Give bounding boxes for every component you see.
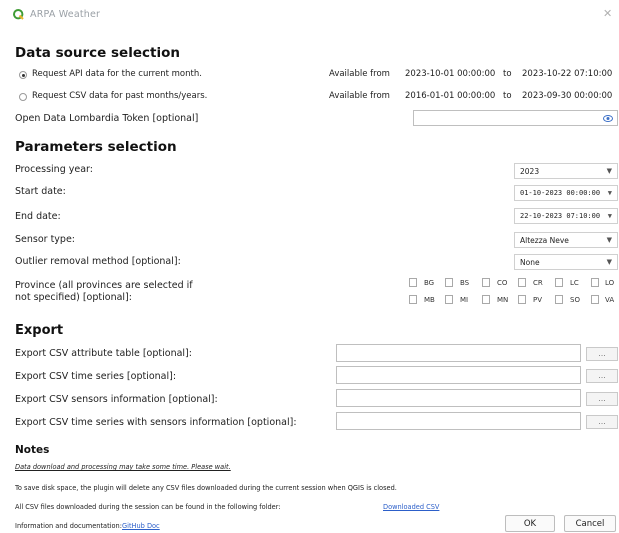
show-password-eye-icon[interactable] <box>603 115 613 122</box>
ok-button[interactable]: OK <box>505 515 555 532</box>
export-timeseries-sensors-label: Export CSV time series with sensors info… <box>15 417 297 428</box>
province-checkbox-mb[interactable] <box>409 295 417 304</box>
province-checkbox-bs[interactable] <box>445 278 453 287</box>
export-heading: Export <box>15 323 64 338</box>
csv-radio[interactable] <box>19 93 27 101</box>
csv-available-label: Available from <box>329 91 390 101</box>
sensor-type-value: Altezza Neve <box>520 236 569 245</box>
end-date-picker[interactable]: 22-10-2023 07:10:00 ▼ <box>514 208 618 224</box>
province-label-line1: Province (all provinces are selected if <box>15 280 193 291</box>
chevron-down-icon: ▼ <box>607 189 612 197</box>
province-checkbox-va[interactable] <box>591 295 599 304</box>
notes-wait-text: Data download and processing may take so… <box>15 463 231 471</box>
export-timeseries-sensors-browse-button[interactable]: ... <box>586 415 618 429</box>
notes-info-text: Information and documentation: <box>15 522 122 530</box>
csv-option-label[interactable]: Request CSV data for past months/years. <box>32 91 207 101</box>
province-label-pv: PV <box>533 296 543 304</box>
province-label-line2: not specified) [optional]: <box>15 292 132 303</box>
province-checkbox-cr[interactable] <box>518 278 526 287</box>
chevron-down-icon: ▼ <box>606 167 612 175</box>
province-checkbox-mi[interactable] <box>445 295 453 304</box>
notes-disk-space-text: To save disk space, the plugin will dele… <box>15 484 397 492</box>
start-date-value: 01-10-2023 00:00:00 <box>520 189 601 197</box>
export-timeseries-label: Export CSV time series [optional]: <box>15 371 177 382</box>
csv-to-word: to <box>503 91 512 101</box>
province-label-mi: MI <box>460 296 469 304</box>
province-label-mb: MB <box>424 296 435 304</box>
export-timeseries-browse-button[interactable]: ... <box>586 369 618 383</box>
export-attribute-browse-button[interactable]: ... <box>586 347 618 361</box>
province-label-co: CO <box>497 279 508 287</box>
processing-year-label: Processing year: <box>15 164 93 175</box>
province-checkbox-so[interactable] <box>555 295 563 304</box>
cancel-button[interactable]: Cancel <box>564 515 616 532</box>
province-checkbox-co[interactable] <box>482 278 490 287</box>
token-label: Open Data Lombardia Token [optional] <box>15 113 199 124</box>
api-to-date: 2023-10-22 07:10:00 <box>522 69 613 79</box>
title-bar: ARPA Weather ✕ <box>0 0 619 26</box>
province-label-va: VA <box>605 296 615 304</box>
token-input[interactable] <box>413 110 618 126</box>
export-sensors-browse-button[interactable]: ... <box>586 392 618 406</box>
data-source-heading: Data source selection <box>15 45 180 61</box>
outlier-label: Outlier removal method [optional]: <box>15 256 181 267</box>
sensor-type-select[interactable]: Altezza Neve ▼ <box>514 232 618 248</box>
province-label-lo: LO <box>605 279 615 287</box>
chevron-down-icon: ▼ <box>607 212 612 220</box>
province-label-cr: CR <box>533 279 543 287</box>
github-doc-link[interactable]: GitHub Doc <box>122 522 160 530</box>
province-label-so: SO <box>570 296 580 304</box>
notes-folder-text: All CSV files downloaded during the sess… <box>15 503 281 511</box>
outlier-select[interactable]: None ▼ <box>514 254 618 270</box>
parameters-heading: Parameters selection <box>15 139 177 155</box>
outlier-value: None <box>520 258 540 267</box>
chevron-down-icon: ▼ <box>606 236 612 244</box>
province-checkbox-lo[interactable] <box>591 278 599 287</box>
chevron-down-icon: ▼ <box>606 258 612 266</box>
export-sensors-label: Export CSV sensors information [optional… <box>15 394 218 405</box>
api-from-date: 2023-10-01 00:00:00 <box>405 69 496 79</box>
province-label-lc: LC <box>570 279 579 287</box>
province-label-mn: MN <box>497 296 509 304</box>
province-checkbox-bg[interactable] <box>409 278 417 287</box>
end-date-label: End date: <box>15 211 61 222</box>
processing-year-value: 2023 <box>520 167 540 176</box>
notes-heading: Notes <box>15 444 50 456</box>
start-date-picker[interactable]: 01-10-2023 00:00:00 ▼ <box>514 185 618 201</box>
downloaded-csv-link[interactable]: Downloaded CSV <box>383 503 439 511</box>
export-timeseries-input[interactable] <box>336 366 581 384</box>
province-checkbox-mn[interactable] <box>482 295 490 304</box>
api-to-word: to <box>503 69 512 79</box>
export-sensors-input[interactable] <box>336 389 581 407</box>
province-label-bg: BG <box>424 279 435 287</box>
qgis-logo-icon <box>13 9 24 20</box>
province-label-bs: BS <box>460 279 470 287</box>
api-radio[interactable] <box>19 71 27 79</box>
export-attribute-label: Export CSV attribute table [optional]: <box>15 348 192 359</box>
export-attribute-input[interactable] <box>336 344 581 362</box>
processing-year-select[interactable]: 2023 ▼ <box>514 163 618 179</box>
end-date-value: 22-10-2023 07:10:00 <box>520 212 601 220</box>
api-available-label: Available from <box>329 69 390 79</box>
csv-from-date: 2016-01-01 00:00:00 <box>405 91 496 101</box>
window-title: ARPA Weather <box>30 9 101 20</box>
close-icon[interactable]: ✕ <box>603 7 612 20</box>
api-option-label[interactable]: Request API data for the current month. <box>32 69 202 79</box>
csv-to-date: 2023-09-30 00:00:00 <box>522 91 613 101</box>
start-date-label: Start date: <box>15 186 66 197</box>
sensor-type-label: Sensor type: <box>15 234 76 245</box>
province-checkbox-lc[interactable] <box>555 278 563 287</box>
export-timeseries-sensors-input[interactable] <box>336 412 581 430</box>
province-checkbox-pv[interactable] <box>518 295 526 304</box>
